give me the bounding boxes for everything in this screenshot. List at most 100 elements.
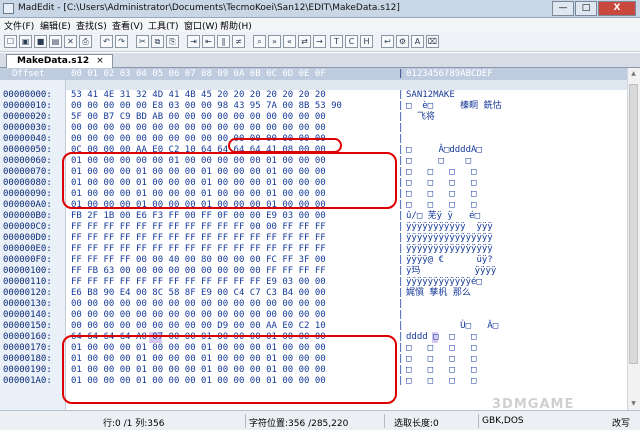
hex-row[interactable]: 00000140: 00 00 00 00 00 00 00 00 00 00 0… xyxy=(0,310,627,321)
row-hex-bytes[interactable]: 53 41 4E 31 32 4D 41 4B 45 20 20 20 20 2… xyxy=(71,90,326,101)
hex-row[interactable]: 00000110: FF FF FF FF FF FF FF FF FF FF F… xyxy=(0,277,627,288)
new-file-icon[interactable]: ☐ xyxy=(4,35,17,48)
row-hex-bytes[interactable]: FF FF FF FF FF FF FF FF FF FF FF 00 00 F… xyxy=(71,222,326,233)
hex-row[interactable]: 00000100: FF FB 63 00 00 00 00 00 00 00 0… xyxy=(0,266,627,277)
menu-tools[interactable]: 工具(T) xyxy=(148,19,179,32)
row-ascii[interactable]: ÿÿÿÿÿÿÿÿÿÿÿÿÿÿÿÿ xyxy=(406,244,493,255)
word-wrap-icon[interactable]: ↩ xyxy=(381,35,394,48)
menu-help[interactable]: 帮助(H) xyxy=(220,19,252,32)
close-window-button[interactable]: X xyxy=(598,1,636,16)
hex-row[interactable]: 000000F0: FF FF FF FF 00 00 40 00 80 00 0… xyxy=(0,255,627,266)
paste-icon[interactable]: ⎘ xyxy=(166,35,179,48)
row-ascii[interactable]: □ □ □ □ xyxy=(406,200,476,211)
row-hex-bytes[interactable]: 00 00 00 00 00 00 00 00 00 D9 00 00 AA E… xyxy=(71,321,326,332)
row-ascii[interactable]: SAN12MAKE xyxy=(406,90,455,101)
row-ascii[interactable]: ÿÿÿÿÿÿÿÿÿÿÿÿÿÿÿÿ xyxy=(406,233,493,244)
replace-icon[interactable]: ⇄ xyxy=(298,35,311,48)
maximize-button[interactable]: □ xyxy=(575,1,597,16)
row-ascii[interactable]: ÿÿÿÿÿÿÿÿÿÿÿÿé□ xyxy=(406,277,482,288)
row-hex-bytes[interactable]: FF FF FF FF FF FF FF FF FF FF FF FF E9 0… xyxy=(71,277,326,288)
row-offset: 00000050: xyxy=(3,145,52,155)
scroll-down-icon[interactable]: ▼ xyxy=(629,400,638,408)
row-ascii[interactable]: □ □ □ □ xyxy=(406,343,476,354)
print-icon[interactable]: ⎙ xyxy=(79,35,92,48)
hex-mode-icon[interactable]: H xyxy=(360,35,373,48)
column-mode-icon[interactable]: C xyxy=(345,35,358,48)
status-mode: 改写 xyxy=(612,419,631,429)
row-hex-bytes[interactable]: 00 00 00 00 00 00 00 00 00 00 00 00 00 0… xyxy=(71,123,326,134)
hex-row[interactable]: 00000130: 00 00 00 00 00 00 00 00 00 00 0… xyxy=(0,299,627,310)
comment-icon[interactable]: ∥ xyxy=(217,35,230,48)
find-prev-icon[interactable]: « xyxy=(283,35,296,48)
row-ascii[interactable]: dddd □ □ □ xyxy=(406,332,476,343)
open-file-icon[interactable]: ▣ xyxy=(19,35,32,48)
hex-row[interactable]: 000000C0: FF FF FF FF FF FF FF FF FF FF F… xyxy=(0,222,627,233)
menu-file[interactable]: 文件(F) xyxy=(4,19,34,32)
hex-row[interactable]: 00000030: 00 00 00 00 00 00 00 00 00 00 0… xyxy=(0,123,627,134)
hex-row[interactable]: 000000E0: FF FF FF FF FF FF FF FF FF FF F… xyxy=(0,244,627,255)
hex-row[interactable]: 00000000: 53 41 4E 31 32 4D 41 4B 45 20 2… xyxy=(0,90,627,101)
row-ascii[interactable]: □ è□ 榛眮 銑怙 xyxy=(406,101,502,112)
row-hex-bytes[interactable]: FB 2F 1B 00 E6 F3 FF 00 FF 0F 00 00 E9 0… xyxy=(71,211,326,222)
row-ascii[interactable]: □ □ □ □ xyxy=(406,167,476,178)
row-ascii[interactable]: □ □ □ □ xyxy=(406,189,476,200)
row-ascii[interactable]: 娓愼 孳杋 那么 xyxy=(406,288,471,299)
minimize-button[interactable]: — xyxy=(552,1,574,16)
row-ascii[interactable]: ÿ玛 ÿÿÿÿ xyxy=(406,266,496,277)
row-hex-bytes[interactable]: FF FB 63 00 00 00 00 00 00 00 00 00 FF F… xyxy=(71,266,326,277)
text-mode-icon[interactable]: T xyxy=(330,35,343,48)
redo-icon[interactable]: ↷ xyxy=(115,35,128,48)
row-hex-bytes[interactable]: 5F 00 B7 C9 BD AB 00 00 00 00 00 00 00 0… xyxy=(71,112,326,123)
row-ascii[interactable]: ÿÿÿÿ@ € üÿ? xyxy=(406,255,493,266)
find-icon[interactable]: ⌕ xyxy=(253,35,266,48)
row-ascii[interactable]: ÿÿÿÿÿÿÿÿÿÿÿ ÿÿÿ xyxy=(406,222,493,233)
row-hex-bytes[interactable]: 00 00 00 00 00 E8 03 00 00 98 43 95 7A 0… xyxy=(71,101,342,112)
close-file-icon[interactable]: ✕ xyxy=(64,35,77,48)
save-all-icon[interactable]: ▤ xyxy=(49,35,62,48)
goto-icon[interactable]: → xyxy=(313,35,326,48)
row-ascii[interactable]: □ □ □ □ xyxy=(406,178,476,189)
scrollbar-thumb[interactable] xyxy=(629,84,638,364)
outdent-icon[interactable]: ⇤ xyxy=(202,35,215,48)
hex-row[interactable]: 00000120: E6 B8 90 E4 00 8C 58 8F E9 00 C… xyxy=(0,288,627,299)
row-hex-bytes[interactable]: FF FF FF FF 00 00 40 00 80 00 00 00 FC F… xyxy=(71,255,326,266)
uncomment-icon[interactable]: ≠ xyxy=(232,35,245,48)
row-ascii[interactable]: □ Â□ddddA□ xyxy=(406,145,482,156)
tab-close-icon[interactable]: × xyxy=(96,56,104,66)
row-separator: | xyxy=(398,178,404,188)
row-ascii[interactable]: û/□ 芜ÿ ÿ é□ xyxy=(406,211,480,222)
hex-editor[interactable]: Offset 00 01 02 03 04 05 06 07 08 09 0A … xyxy=(0,68,627,410)
menu-window[interactable]: 窗口(W) xyxy=(184,19,218,32)
tab-makedata[interactable]: MakeData.s12 × xyxy=(6,54,113,68)
row-hex-bytes[interactable]: 00 00 00 00 00 00 00 00 00 00 00 00 00 0… xyxy=(71,310,326,321)
row-hex-bytes[interactable]: 00 00 00 00 00 00 00 00 00 00 00 00 00 0… xyxy=(71,299,326,310)
hex-row[interactable]: 00000150: 00 00 00 00 00 00 00 00 00 D9 0… xyxy=(0,321,627,332)
row-ascii[interactable]: Ù□ Â□ xyxy=(406,321,498,332)
find-next-icon[interactable]: » xyxy=(268,35,281,48)
font-icon[interactable]: A xyxy=(411,35,424,48)
copy-icon[interactable]: ⧉ xyxy=(151,35,164,48)
undo-icon[interactable]: ↶ xyxy=(100,35,113,48)
indent-icon[interactable]: ⇥ xyxy=(187,35,200,48)
hex-row[interactable]: 000000B0: FB 2F 1B 00 E6 F3 FF 00 FF 0F 0… xyxy=(0,211,627,222)
save-icon[interactable]: ■ xyxy=(34,35,47,48)
hex-row[interactable]: 00000020: 5F 00 B7 C9 BD AB 00 00 00 00 0… xyxy=(0,112,627,123)
row-ascii[interactable]: □ □ □ □ xyxy=(406,365,476,376)
row-ascii[interactable]: □ □ □ □ xyxy=(406,354,476,365)
scroll-up-icon[interactable]: ▲ xyxy=(629,70,638,78)
menu-view[interactable]: 查看(V) xyxy=(112,19,143,32)
row-offset: 00000190: xyxy=(3,365,52,375)
toggle-icon[interactable]: ⌧ xyxy=(426,35,439,48)
row-hex-bytes[interactable]: FF FF FF FF FF FF FF FF FF FF FF FF FF F… xyxy=(71,244,326,255)
hex-row[interactable]: 000000D0: FF FF FF FF FF FF FF FF FF FF F… xyxy=(0,233,627,244)
menu-search[interactable]: 查找(S) xyxy=(76,19,107,32)
menu-edit[interactable]: 编辑(E) xyxy=(40,19,71,32)
row-ascii[interactable]: □ □ □ xyxy=(406,156,471,167)
row-hex-bytes[interactable]: FF FF FF FF FF FF FF FF FF FF FF FF FF F… xyxy=(71,233,326,244)
row-ascii[interactable]: □ □ □ □ xyxy=(406,376,476,387)
row-hex-bytes[interactable]: E6 B8 90 E4 00 8C 58 8F E9 00 C4 C7 C3 B… xyxy=(71,288,326,299)
hex-row[interactable]: 00000010: 00 00 00 00 00 E8 03 00 00 98 4… xyxy=(0,101,627,112)
cut-icon[interactable]: ✂ xyxy=(136,35,149,48)
settings-icon[interactable]: ⚙ xyxy=(396,35,409,48)
row-ascii[interactable]: 飞将 xyxy=(406,112,435,123)
